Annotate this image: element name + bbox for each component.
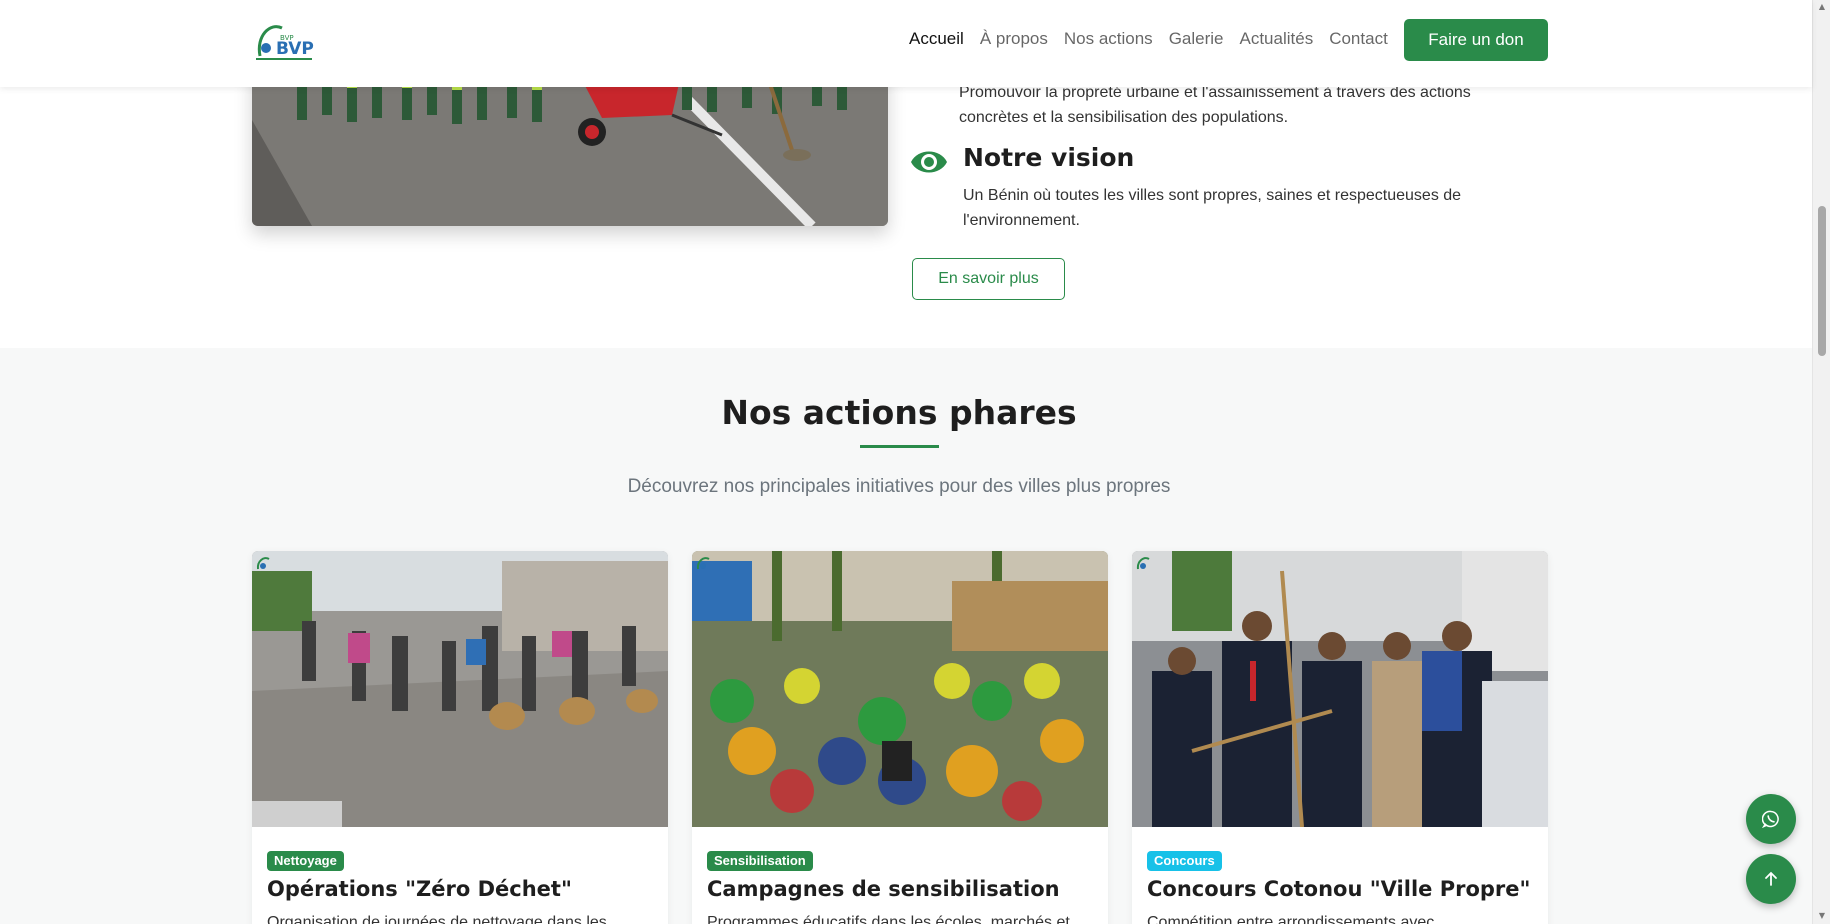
svg-text:BVP: BVP — [276, 39, 314, 59]
nav-link-actualites[interactable]: Actualités — [1240, 28, 1314, 50]
card-badge: Sensibilisation — [707, 851, 813, 871]
nav-link-nos-actions[interactable]: Nos actions — [1064, 28, 1153, 50]
card-title[interactable]: Campagnes de sensibilisation — [707, 877, 1060, 901]
nav-link-accueil[interactable]: Accueil — [909, 28, 964, 50]
nav-link-a-propos[interactable]: À propos — [980, 28, 1048, 50]
vision-text: Un Bénin où toutes les villes sont propr… — [963, 187, 1462, 229]
scrollbar-thumb[interactable] — [1818, 206, 1826, 356]
mission-text: Promouvoir la propreté urbaine et l'assa… — [959, 84, 1471, 126]
card-title[interactable]: Concours Cotonou "Ville Propre" — [1147, 877, 1530, 901]
whatsapp-button[interactable] — [1746, 794, 1796, 844]
watermark-logo-icon — [1136, 557, 1150, 570]
arrow-up-icon — [1765, 871, 1777, 886]
nav-link-galerie[interactable]: Galerie — [1169, 28, 1224, 50]
page-scrollbar[interactable]: ▲ ▼ — [1812, 0, 1830, 924]
title-underline — [860, 445, 939, 448]
svg-text:BVP: BVP — [280, 34, 294, 42]
action-card-sensibilisation[interactable]: Sensibilisation Campagnes de sensibilisa… — [692, 551, 1108, 924]
site-logo[interactable]: BVP BVP — [252, 18, 318, 64]
card-photo — [252, 551, 668, 827]
whatsapp-icon — [1762, 810, 1779, 828]
actions-section: Nos actions phares Découvrez nos princip… — [0, 348, 1812, 924]
donate-button[interactable]: Faire un don — [1404, 19, 1548, 61]
card-photo — [1132, 551, 1548, 827]
navbar: BVP BVP Accueil À propos Nos actions Gal… — [0, 0, 1812, 87]
scroll-down-arrow-icon[interactable]: ▼ — [1817, 911, 1827, 921]
back-to-top-button[interactable] — [1746, 854, 1796, 904]
card-photo — [692, 551, 1108, 827]
section-title: Nos actions phares — [721, 393, 1077, 432]
section-subtitle: Découvrez nos principales initiatives po… — [627, 476, 1171, 497]
nav-link-contact[interactable]: Contact — [1329, 28, 1388, 50]
card-title[interactable]: Opérations "Zéro Déchet" — [267, 877, 572, 901]
card-text: Compétition entre arrondissements avec — [1147, 914, 1435, 924]
card-badge: Concours — [1147, 851, 1222, 871]
eye-icon — [910, 146, 948, 178]
watermark-logo-icon — [256, 557, 270, 570]
card-text: Organisation de journées de nettoyage da… — [267, 914, 607, 924]
card-text: Programmes éducatifs dans les écoles, ma… — [707, 914, 1070, 924]
main-nav: Accueil À propos Nos actions Galerie Act… — [909, 28, 1404, 50]
card-badge: Nettoyage — [267, 851, 344, 871]
scroll-up-arrow-icon[interactable]: ▲ — [1817, 2, 1827, 12]
watermark-logo-icon — [696, 557, 710, 570]
action-card-nettoyage[interactable]: Nettoyage Opérations "Zéro Déchet" Organ… — [252, 551, 668, 924]
action-card-concours[interactable]: Concours Concours Cotonou "Ville Propre"… — [1132, 551, 1548, 924]
learn-more-button[interactable]: En savoir plus — [912, 258, 1065, 300]
vision-title: Notre vision — [963, 143, 1135, 172]
